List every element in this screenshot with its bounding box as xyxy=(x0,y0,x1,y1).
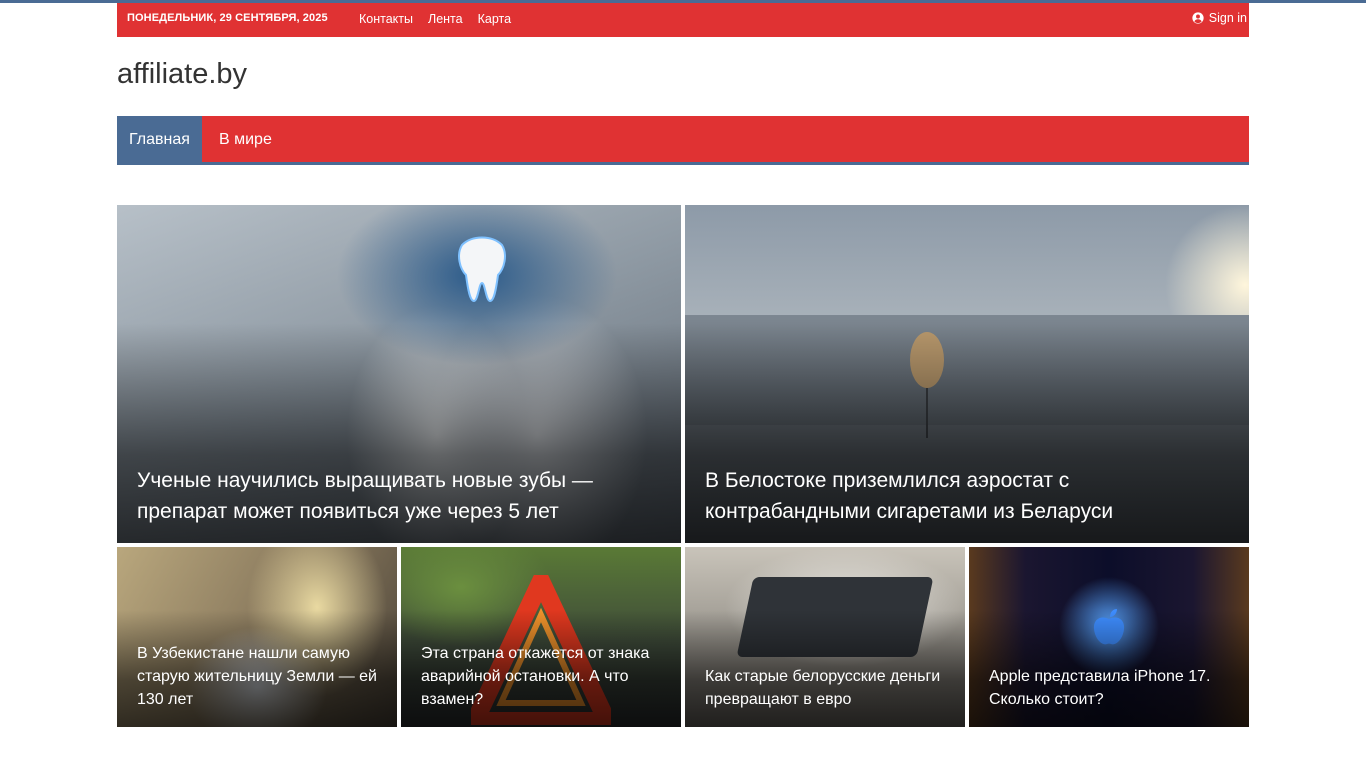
tooth-illustration xyxy=(458,236,506,303)
nav-item-world[interactable]: В мире xyxy=(207,116,284,162)
main-nav: Главная В мире xyxy=(117,116,1249,165)
top-bar: ПОНЕДЕЛЬНИК, 29 СЕНТЯБРЯ, 2025 Контакты … xyxy=(117,3,1249,37)
article-title[interactable]: Как старые белорусские деньги превращают… xyxy=(705,665,945,711)
article-title[interactable]: Эта страна откажется от знака аварийной … xyxy=(421,642,661,711)
sign-in-link[interactable]: Sign in xyxy=(1192,11,1247,25)
article-title[interactable]: В Узбекистане нашли самую старую жительн… xyxy=(137,642,377,711)
nav-item-home[interactable]: Главная xyxy=(117,116,202,162)
article-title[interactable]: В Белостоке приземлился аэростат с контр… xyxy=(705,465,1229,527)
article-title[interactable]: Apple представила iPhone 17. Сколько сто… xyxy=(989,665,1229,711)
current-date: ПОНЕДЕЛЬНИК, 29 СЕНТЯБРЯ, 2025 xyxy=(127,12,328,24)
sign-in-label: Sign in xyxy=(1208,11,1247,25)
article-old-money[interactable]: Как старые белорусские деньги превращают… xyxy=(685,547,965,727)
user-circle-icon xyxy=(1192,12,1204,24)
article-iphone-17[interactable]: Apple представила iPhone 17. Сколько сто… xyxy=(969,547,1249,727)
site-title[interactable]: affiliate.by xyxy=(117,58,247,91)
featured-article-teeth[interactable]: Ученые научились выращивать новые зубы —… xyxy=(117,205,681,543)
article-oldest-woman[interactable]: В Узбекистане нашли самую старую жительн… xyxy=(117,547,397,727)
featured-article-balloon[interactable]: В Белостоке приземлился аэростат с контр… xyxy=(685,205,1249,543)
top-link-contacts[interactable]: Контакты xyxy=(359,12,413,26)
article-title[interactable]: Ученые научились выращивать новые зубы —… xyxy=(137,465,661,527)
article-warning-sign[interactable]: Эта страна откажется от знака аварийной … xyxy=(401,547,681,727)
top-links: Контакты Лента Карта xyxy=(359,12,511,26)
top-link-feed[interactable]: Лента xyxy=(428,12,463,26)
top-link-map[interactable]: Карта xyxy=(478,12,511,26)
